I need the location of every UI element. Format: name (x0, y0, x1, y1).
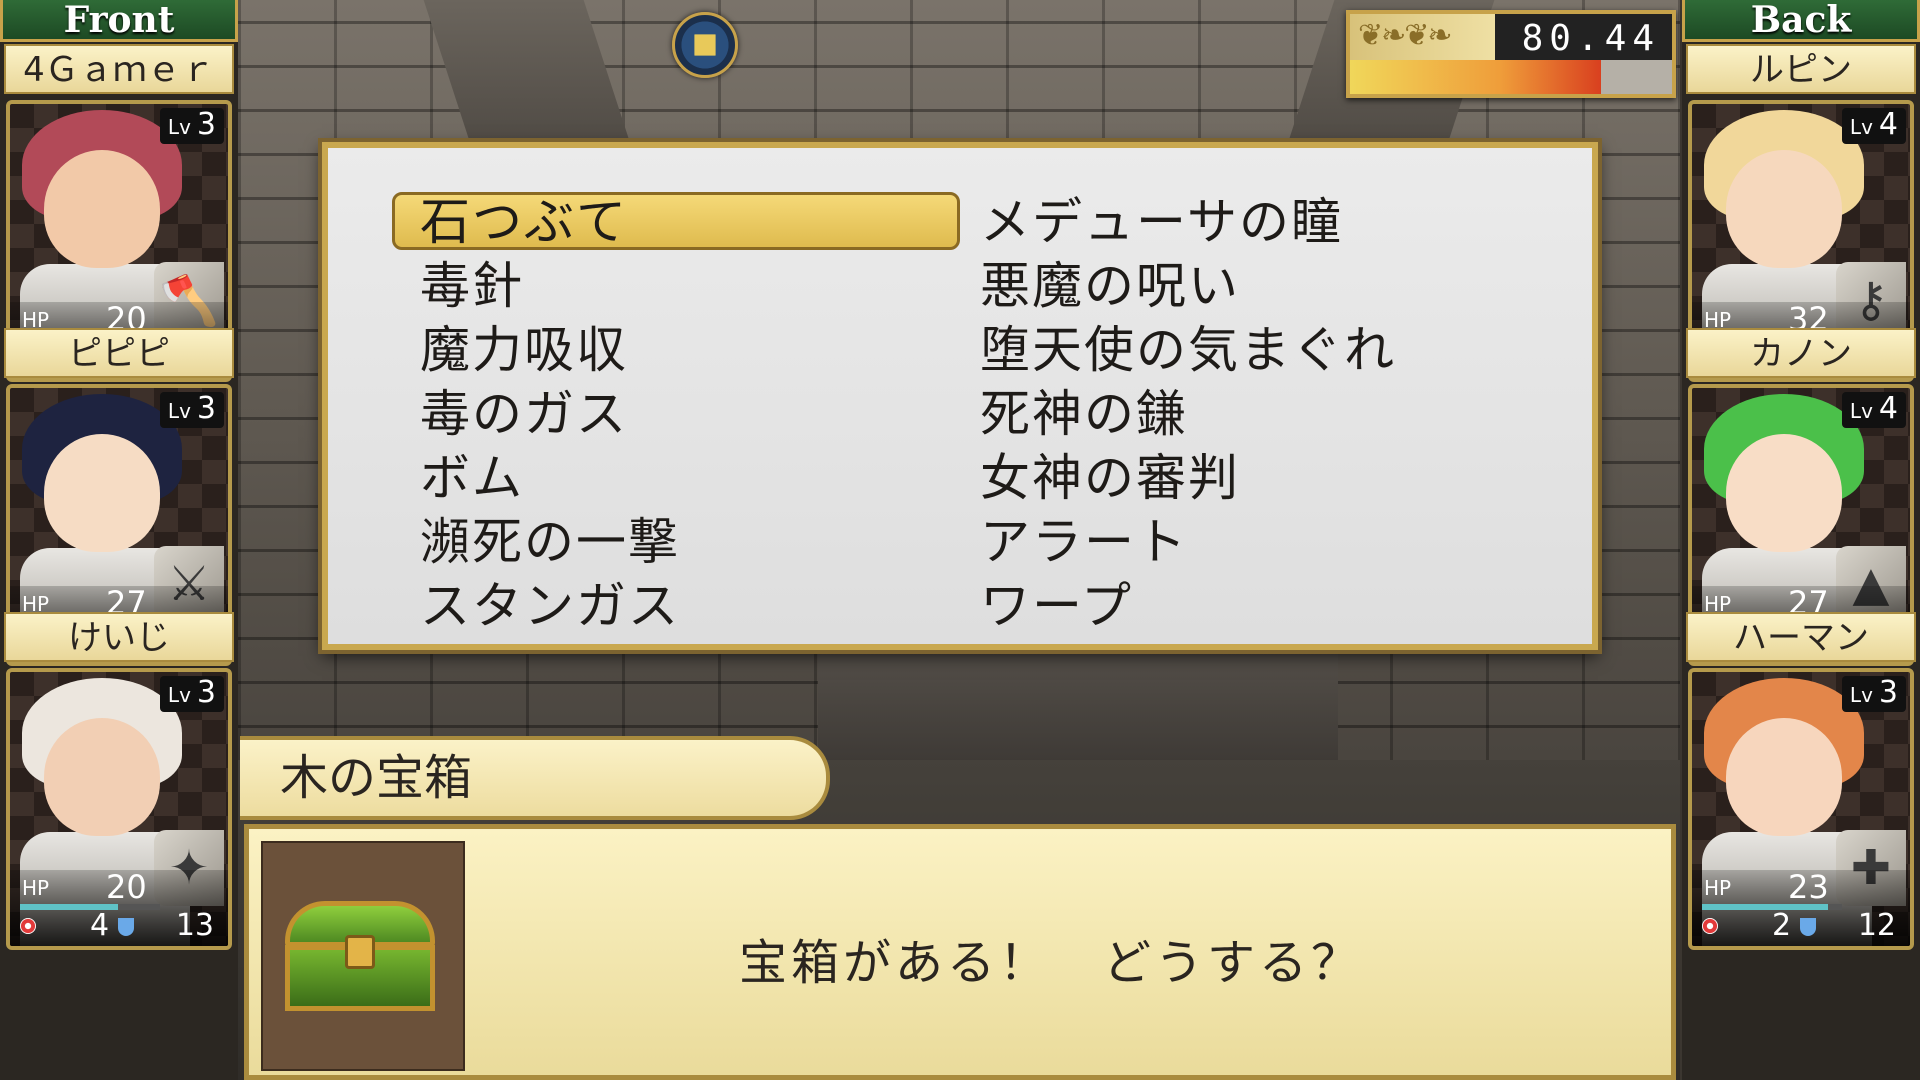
portrait-face (1726, 718, 1842, 836)
member-name: ピピピ (4, 328, 234, 378)
level-badge: Lv 4 (1841, 392, 1906, 428)
spell-label: ワープ (980, 577, 1133, 635)
portrait-face (44, 718, 160, 836)
portrait-face (1726, 434, 1842, 552)
spell-menu-item[interactable]: 魔力吸収 (420, 318, 680, 382)
treasure-chest-icon (285, 901, 435, 1011)
spell-label: スタンガス (420, 577, 680, 635)
dungeon-doorway (818, 640, 1338, 773)
level-badge: Lv 3 (1841, 676, 1906, 712)
spell-column-left: 石つぶて毒針魔力吸収毒のガスボム瀕死の一撃スタンガス (392, 190, 960, 638)
gauge-track (1350, 60, 1672, 94)
spell-label: ボム (420, 449, 524, 507)
portrait-face (44, 150, 160, 268)
member-stats: HP 23 2 12 (1692, 868, 1910, 946)
spell-menu: 石つぶて毒針魔力吸収毒のガスボム瀕死の一撃スタンガス メデューサの瞳 悪魔の呪い堕… (322, 142, 1598, 650)
spell-menu-item[interactable]: 毒のガス (420, 382, 680, 446)
spell-menu-item[interactable]: 堕天使の気まぐれ (980, 318, 1396, 382)
spell-label: 瀕死の一撃 (420, 513, 680, 571)
spell-label: 女神の審判 (980, 449, 1240, 507)
member-portrait[interactable]: Lv 3 ✚ HP 23 2 12 (1688, 668, 1914, 950)
spell-menu-item[interactable]: スタンガス (420, 574, 680, 638)
spell-label: 毒針 (420, 257, 524, 315)
attack-icon (20, 918, 36, 934)
spell-menu-item[interactable]: ボム (420, 446, 680, 510)
portrait-face (1726, 150, 1842, 268)
spell-menu-item[interactable]: 毒針 (420, 254, 680, 318)
spell-menu-item[interactable]: 死神の鎌 (980, 382, 1396, 446)
spell-menu-item[interactable]: 女神の審判 (980, 446, 1396, 510)
hp-value: 20 (106, 868, 147, 906)
hp-value: 23 (1788, 868, 1829, 906)
shield-icon (1800, 918, 1816, 936)
compass-icon (672, 12, 738, 78)
spell-label: 石つぶて (420, 193, 628, 251)
member-name: カノン (1686, 328, 1916, 378)
gauge-ornament: ❦❧❦❧ (1350, 14, 1495, 60)
spell-menu-item[interactable]: アラート (980, 510, 1396, 574)
spell-label: 魔力吸収 (420, 321, 628, 379)
portrait-face (44, 434, 160, 552)
spell-menu-item[interactable]: メデューサの瞳 (980, 190, 1396, 254)
defense-value: 13 (175, 908, 214, 943)
timer-gauge: ❦❧❦❧ 80.44 (1346, 10, 1676, 98)
target-name-tab: 木の宝箱 (240, 736, 830, 820)
spell-column-right: メデューサの瞳 悪魔の呪い堕天使の気まぐれ 死神の鎌女神の審判アラートワープ (980, 190, 1396, 638)
member-name: けいじ (4, 612, 234, 662)
spell-menu-item[interactable]: ワープ (980, 574, 1396, 638)
defense-value: 12 (1857, 908, 1896, 943)
gauge-fill (1350, 60, 1602, 94)
member-name: ハーマン (1686, 612, 1916, 662)
level-badge: Lv 3 (159, 392, 224, 428)
gauge-value: 80.44 (1521, 18, 1660, 59)
spell-menu-item[interactable]: 悪魔の呪い (980, 254, 1396, 318)
member-portrait[interactable]: Lv 3 ✦ HP 20 4 13 (6, 668, 232, 950)
spell-label: メデューサの瞳 (980, 193, 1343, 251)
front-header: Front (0, 0, 238, 42)
attack-value: 4 (90, 908, 110, 943)
party-member-slot[interactable]: ハーマン Lv 3 ✚ HP 23 2 12 (1682, 612, 1920, 959)
hp-label: HP (22, 876, 50, 900)
member-name: 4Ｇａｍｅｒ (4, 44, 234, 94)
party-member-slot[interactable]: けいじ Lv 3 ✦ HP 20 4 13 (0, 612, 238, 959)
spell-label: 堕天使の気まぐれ (980, 321, 1396, 379)
spell-menu-item[interactable]: 瀕死の一撃 (420, 510, 680, 574)
member-name: ルピン (1686, 44, 1916, 94)
spell-label: アラート (980, 513, 1188, 571)
spell-label: 死神の鎌 (980, 385, 1188, 443)
back-header: Back (1682, 0, 1920, 42)
chest-portrait (261, 841, 465, 1071)
level-badge: Lv 4 (1841, 108, 1906, 144)
spell-label: 悪魔の呪い (980, 257, 1240, 315)
level-badge: Lv 3 (159, 676, 224, 712)
back-party-panel: Back ルピン Lv4 ⚷ HP 32 5 14 カノン (1682, 0, 1920, 1080)
shield-icon (118, 918, 134, 936)
message-box[interactable]: 宝箱がある！ どうする？ (244, 824, 1676, 1080)
spell-menu-item[interactable]: 石つぶて (392, 190, 960, 254)
spell-label: 毒のガス (420, 385, 628, 443)
attack-icon (1702, 918, 1718, 934)
attack-value: 2 (1772, 908, 1792, 943)
stone-arch-left (423, 0, 633, 150)
level-badge: Lv 3 (159, 108, 224, 144)
member-stats: HP 20 4 13 (10, 868, 228, 946)
front-party-panel: Front 4Ｇａｍｅｒ Lv3 🪓 HP 20 7 13 ピピピ (0, 0, 238, 1080)
hp-label: HP (1704, 876, 1732, 900)
message-text: 宝箱がある！ どうする？ (739, 935, 1364, 991)
